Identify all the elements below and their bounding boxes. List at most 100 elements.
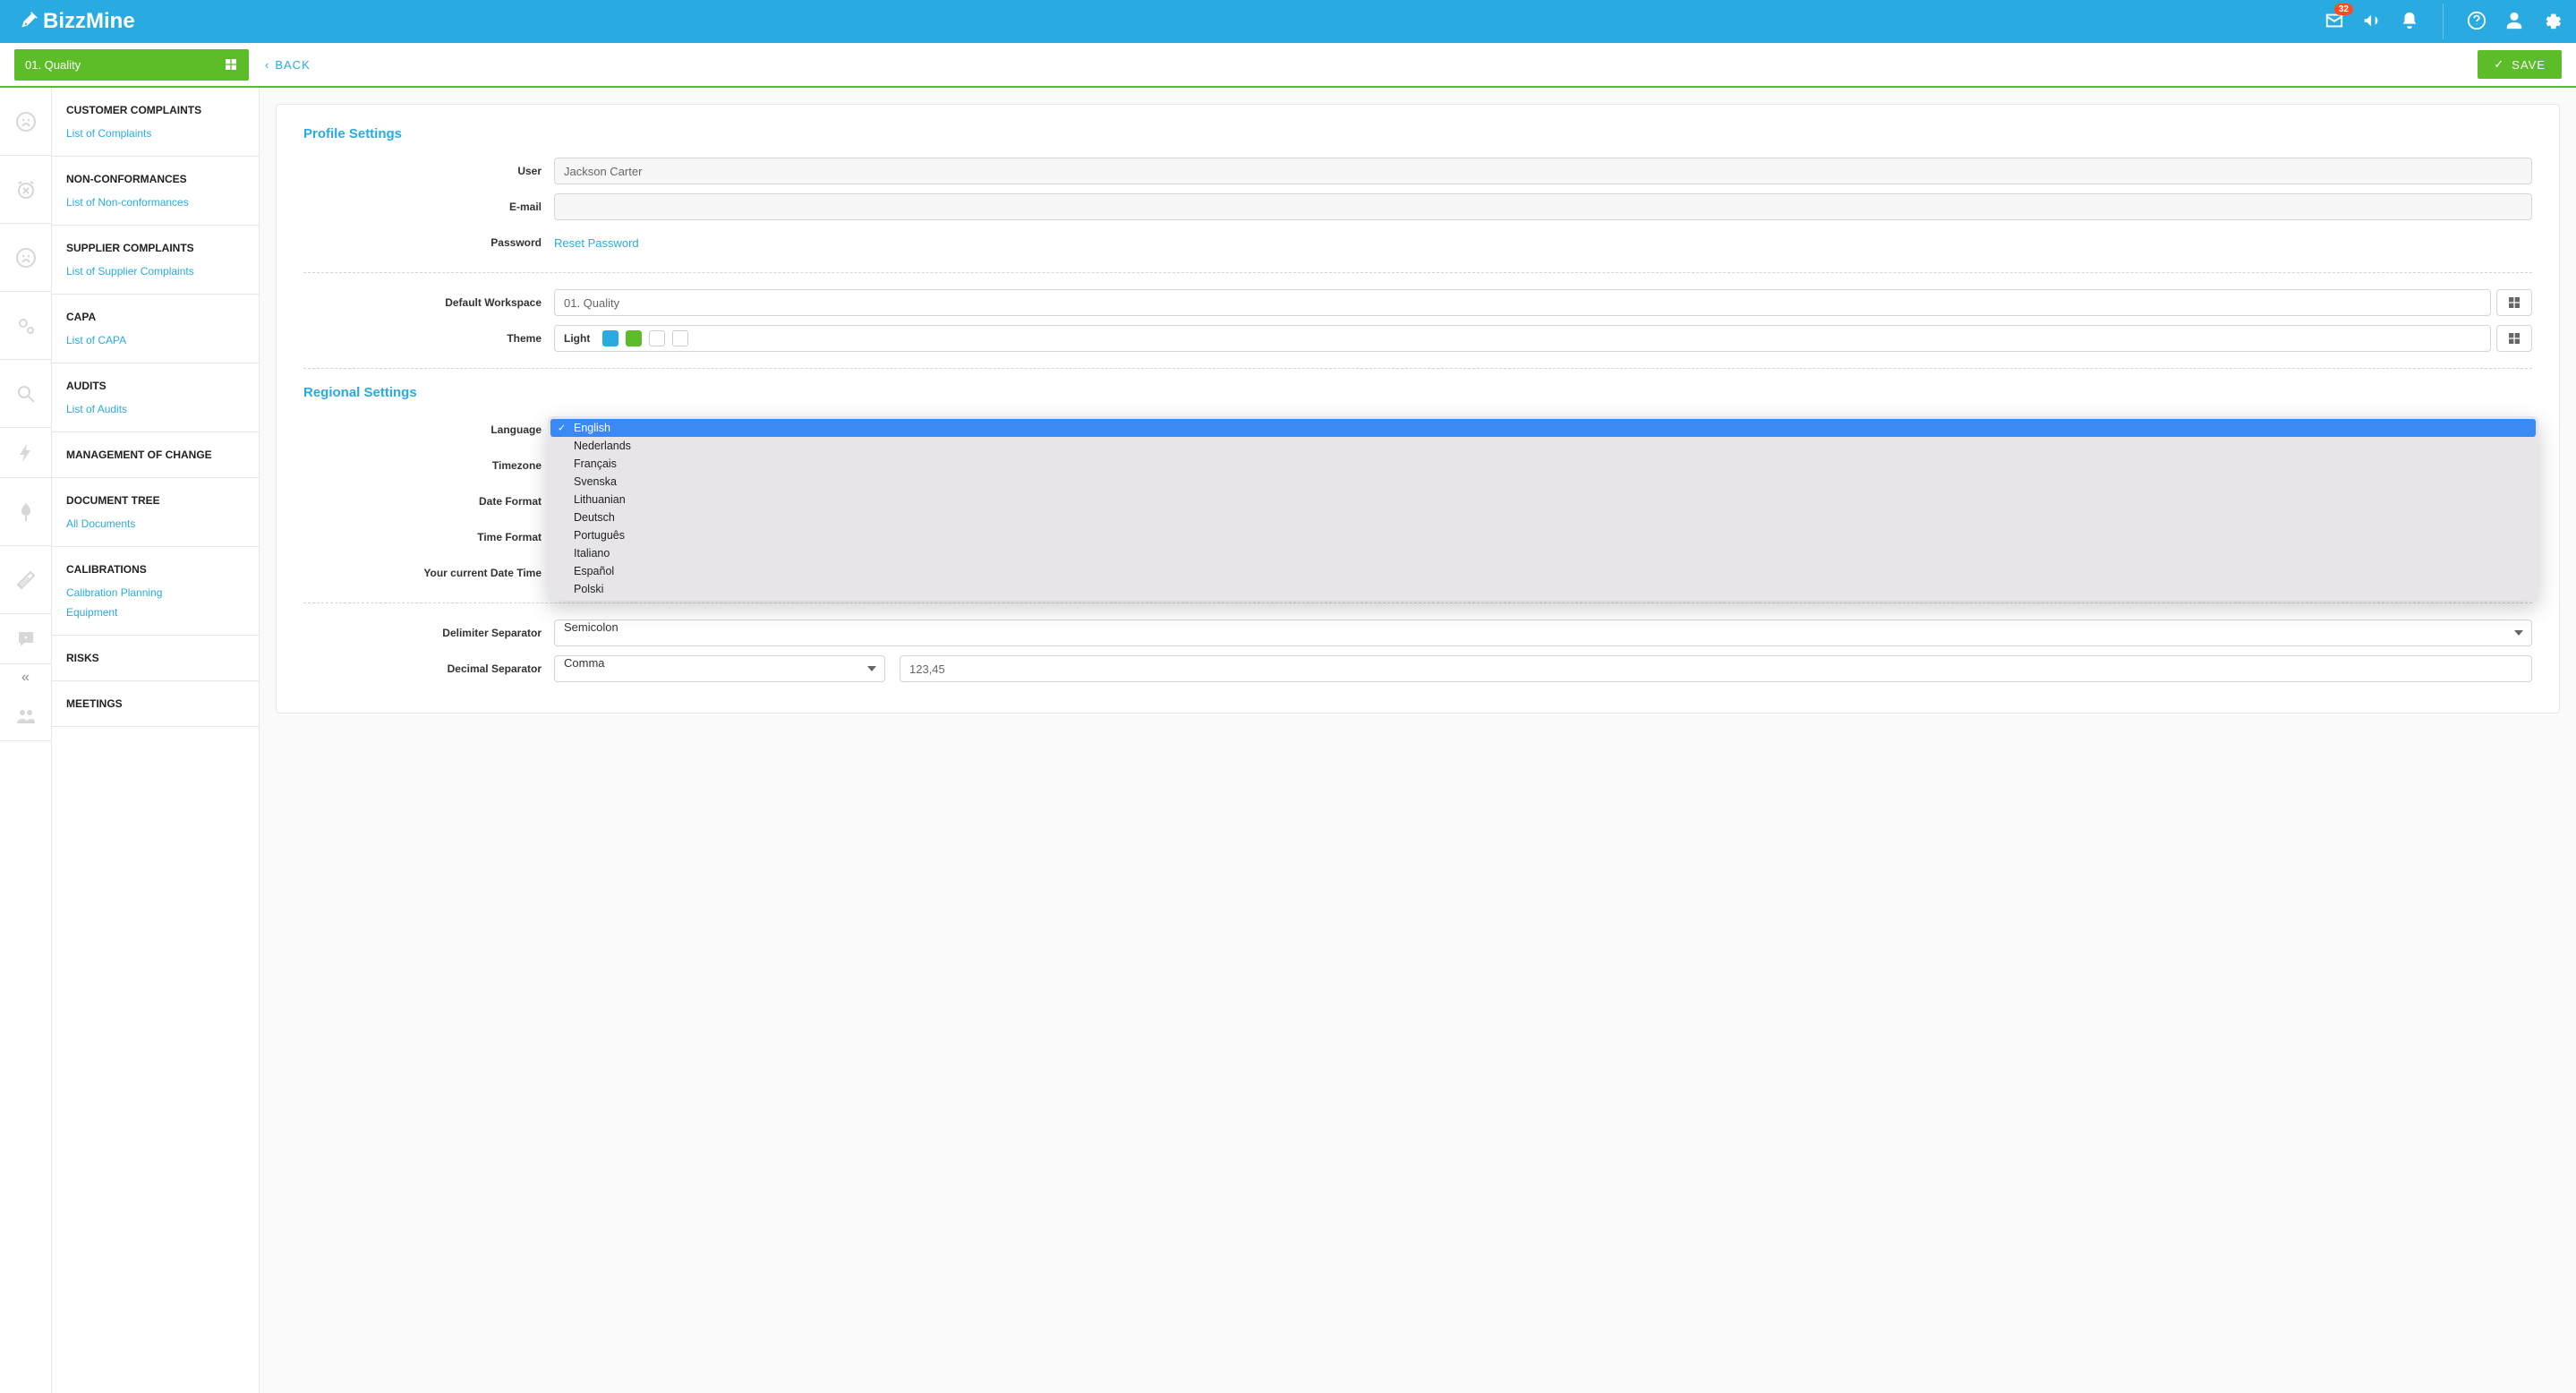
regional-section-title: Regional Settings [303, 385, 2532, 400]
row-password: Password Reset Password [303, 229, 2532, 256]
workspace-selector[interactable]: 01. Quality [14, 49, 249, 81]
sidebar-link[interactable]: List of Audits [66, 403, 244, 415]
delimiter-select[interactable]: Semicolon [554, 620, 2532, 646]
sidebar-section-supplier: SUPPLIER COMPLAINTS List of Supplier Com… [52, 226, 259, 295]
top-header: BizzMine 32 [0, 0, 2576, 43]
sidebar-section-meetings: MEETINGS [52, 681, 259, 727]
workspace-input[interactable] [554, 289, 2491, 316]
sidebar-title: CAPA [66, 311, 244, 323]
dd-item-francais[interactable]: Français [550, 455, 2536, 473]
dd-item-english[interactable]: ✓English [550, 419, 2536, 437]
back-link[interactable]: ‹ BACK [265, 58, 311, 72]
swatch-outline-2[interactable] [672, 330, 688, 346]
body: « CUSTOMER COMPLAINTS List of Complaints… [0, 88, 2576, 1393]
dd-item-svenska[interactable]: Svenska [550, 473, 2536, 491]
label-delimiter: Delimiter Separator [303, 627, 554, 639]
iconbar-risks[interactable] [0, 614, 51, 664]
theme-display: Light [555, 330, 688, 346]
workspace-picker-button[interactable] [2496, 289, 2532, 316]
label-language: Language [303, 423, 554, 436]
settings-button[interactable] [2542, 11, 2562, 33]
sidebar-section-audits: AUDITS List of Audits [52, 363, 259, 432]
sidebar-link[interactable]: Equipment [66, 606, 244, 619]
sidebar-link[interactable]: List of Supplier Complaints [66, 265, 244, 278]
label-currentdt: Your current Date Time [303, 567, 554, 579]
iconbar-moc[interactable] [0, 428, 51, 478]
announce-button[interactable] [2362, 11, 2382, 33]
theme-picker-button[interactable] [2496, 325, 2532, 352]
notifications-button[interactable] [2400, 11, 2419, 33]
sidebar-title: DOCUMENT TREE [66, 494, 244, 507]
megaphone-icon [2362, 11, 2382, 30]
label-timeformat: Time Format [303, 531, 554, 543]
help-button[interactable] [2467, 11, 2486, 33]
sidebar-section-capa: CAPA List of CAPA [52, 295, 259, 363]
dd-item-polski[interactable]: Polski [550, 580, 2536, 598]
swatch-green[interactable] [626, 330, 642, 346]
sidebar-link[interactable]: List of Complaints [66, 127, 244, 140]
reset-password-link[interactable]: Reset Password [554, 236, 639, 250]
dd-item-portugues[interactable]: Português [550, 526, 2536, 544]
label-user: User [303, 165, 554, 177]
dd-item-italiano[interactable]: Italiano [550, 544, 2536, 562]
sidebar-title: CUSTOMER COMPLAINTS [66, 104, 244, 116]
dd-item-lithuanian[interactable]: Lithuanian [550, 491, 2536, 508]
header-icons: 32 [2324, 4, 2562, 39]
user-icon [2504, 11, 2524, 30]
email-input[interactable] [554, 193, 2532, 220]
sidebar-section-nonconformances: NON-CONFORMANCES List of Non-conformance… [52, 157, 259, 226]
ruler-icon [15, 569, 37, 591]
iconbar-docs[interactable] [0, 478, 51, 546]
sidebar-title: AUDITS [66, 380, 244, 392]
label-password: Password [303, 236, 554, 249]
iconbar-meetings[interactable] [0, 691, 51, 741]
sidebar-link[interactable]: List of CAPA [66, 334, 244, 346]
sidebar-link[interactable]: All Documents [66, 517, 244, 530]
swatch-outline-1[interactable] [649, 330, 665, 346]
decimal-example [900, 655, 2532, 682]
label-workspace: Default Workspace [303, 296, 554, 309]
sidebar-section-risks: RISKS [52, 636, 259, 681]
divider [303, 602, 2532, 603]
dd-item-espanol[interactable]: Español [550, 562, 2536, 580]
iconbar-capa[interactable] [0, 292, 51, 360]
iconbar-nonconformance[interactable] [0, 156, 51, 224]
user-input[interactable] [554, 158, 2532, 184]
check-icon: ✓ [2494, 57, 2504, 72]
dd-item-nederlands[interactable]: Nederlands [550, 437, 2536, 455]
collapse-indicator[interactable]: « [0, 664, 51, 691]
label-email: E-mail [303, 201, 554, 213]
sidebar-title: MANAGEMENT OF CHANGE [66, 449, 244, 461]
sidebar-link[interactable]: List of Non-conformances [66, 196, 244, 209]
decimal-select[interactable]: Comma [554, 655, 885, 682]
iconbar-calibrations[interactable] [0, 546, 51, 614]
iconbar-complaints[interactable] [0, 88, 51, 156]
grid-icon [2507, 295, 2521, 310]
iconbar-audits[interactable] [0, 360, 51, 428]
save-button[interactable]: ✓ SAVE [2478, 50, 2562, 79]
subheader: 01. Quality ‹ BACK ✓ SAVE [0, 43, 2576, 88]
people-icon [15, 705, 37, 727]
iconbar-supplier[interactable] [0, 224, 51, 292]
bell-icon [2400, 11, 2419, 30]
logo[interactable]: BizzMine [18, 9, 135, 34]
row-user: User [303, 158, 2532, 184]
row-delimiter: Delimiter Separator Semicolon [303, 620, 2532, 646]
sidebar-section-calibrations: CALIBRATIONS Calibration Planning Equipm… [52, 547, 259, 636]
sidebar-link[interactable]: Calibration Planning [66, 586, 244, 599]
sidebar-title: RISKS [66, 652, 244, 664]
tree-icon [15, 501, 37, 523]
swatch-blue[interactable] [602, 330, 618, 346]
language-dropdown: ✓English Nederlands Français Svenska Lit… [548, 416, 2538, 601]
content: Profile Settings User E-mail Password Re… [260, 88, 2576, 1393]
bolt-icon [15, 442, 37, 464]
save-label: SAVE [2512, 58, 2546, 72]
row-workspace: Default Workspace [303, 289, 2532, 316]
chat-alert-icon [15, 628, 37, 650]
dd-item-deutsch[interactable]: Deutsch [550, 508, 2536, 526]
gears-icon [15, 315, 37, 337]
label-dateformat: Date Format [303, 495, 554, 508]
mail-button[interactable]: 32 [2324, 11, 2344, 33]
user-button[interactable] [2504, 11, 2524, 33]
sidebar-title: NON-CONFORMANCES [66, 173, 244, 185]
